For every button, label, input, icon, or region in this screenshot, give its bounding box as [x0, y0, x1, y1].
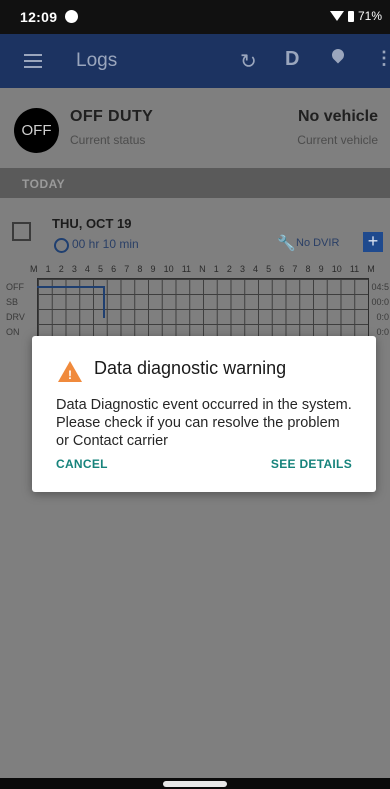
duty-badge[interactable]: OFF [14, 108, 59, 153]
section-header: TODAY [0, 168, 390, 198]
warning-icon-mark: ! [68, 368, 72, 382]
wrench-icon: 🔧 [277, 235, 296, 252]
page-title: Logs [76, 50, 118, 71]
hour-label: 9 [150, 264, 156, 274]
hour-label: M [30, 264, 38, 274]
location-pin-icon[interactable] [329, 46, 347, 64]
hour-label: 10 [163, 264, 174, 274]
duty-status: OFF DUTY [70, 108, 154, 125]
grid-row-total: 0:0 [376, 327, 389, 337]
hour-label: N [199, 264, 206, 274]
dialog-message: Data Diagnostic event occurred in the sy… [56, 397, 352, 449]
hour-label: 1 [45, 264, 51, 274]
clock-icon [54, 238, 69, 253]
warning-dialog: ! Data diagnostic warning Data Diagnosti… [32, 336, 376, 492]
log-hours: 00 hr 10 min [72, 237, 139, 251]
current-status-row: OFF OFF DUTY Current status No vehicle C… [0, 88, 390, 168]
app-bar: Logs ↻ D ⋮ [0, 34, 390, 88]
menu-icon[interactable] [24, 54, 42, 68]
battery-level: 71% [357, 9, 382, 23]
system-nav-bar [0, 778, 390, 789]
hour-label: 10 [331, 264, 342, 274]
add-dvir-button[interactable]: + [363, 232, 383, 252]
hour-label: 7 [292, 264, 298, 274]
hour-label: M [367, 264, 375, 274]
grid-row-label: DRV [6, 312, 25, 322]
hour-label: 11 [349, 264, 360, 274]
hour-label: 4 [84, 264, 90, 274]
hour-label: 8 [305, 264, 311, 274]
hour-label: 9 [318, 264, 324, 274]
hour-label: 4 [253, 264, 259, 274]
grid-row-total: 00:0 [371, 297, 389, 307]
hour-label: 5 [98, 264, 104, 274]
grid-row-label: SB [6, 297, 19, 307]
status-bar: 12:09 71% [0, 0, 390, 34]
notification-icon [65, 10, 78, 23]
hour-label: 6 [111, 264, 117, 274]
duty-status-button[interactable]: D [285, 48, 299, 71]
wifi-icon [329, 11, 344, 21]
sync-icon[interactable]: ↻ [240, 49, 257, 74]
grid-row-label: OFF [6, 282, 24, 292]
more-options-icon[interactable]: ⋮ [375, 48, 390, 69]
hour-label: 2 [226, 264, 232, 274]
grid-row-total: 04:5 [371, 282, 389, 292]
hour-label: 11 [181, 264, 192, 274]
current-vehicle-caption: Current vehicle [297, 133, 378, 147]
cancel-button[interactable]: CANCEL [56, 457, 108, 471]
status-time: 12:09 [20, 9, 58, 25]
section-header-label: TODAY [22, 177, 66, 191]
grid-row-label: ON [6, 327, 20, 337]
dvir-status[interactable]: No DVIR [296, 237, 339, 249]
duty-status-caption: Current status [70, 133, 146, 147]
duty-line [37, 286, 105, 318]
grid-row-total: 0:0 [376, 312, 389, 322]
hour-label: 8 [137, 264, 143, 274]
hour-label: 2 [58, 264, 64, 274]
day-select-checkbox[interactable] [12, 222, 31, 241]
hour-label: 1 [213, 264, 219, 274]
hour-label: 5 [266, 264, 272, 274]
dialog-title: Data diagnostic warning [94, 358, 287, 378]
hour-labels: M 1 2 3 4 5 6 7 8 9 10 11 N 1 2 3 4 5 6 7 8 9 10 11 M [30, 264, 375, 276]
see-details-button[interactable]: SEE DETAILS [271, 457, 352, 471]
hour-label: 7 [124, 264, 130, 274]
hour-label: 3 [239, 264, 245, 274]
current-vehicle[interactable]: No vehicle [298, 108, 378, 126]
home-handle[interactable] [163, 781, 227, 787]
hour-label: 3 [71, 264, 77, 274]
log-date: THU, OCT 19 [52, 216, 132, 231]
status-right: 71% [329, 9, 382, 23]
battery-icon [347, 10, 354, 22]
hour-label: 6 [279, 264, 285, 274]
